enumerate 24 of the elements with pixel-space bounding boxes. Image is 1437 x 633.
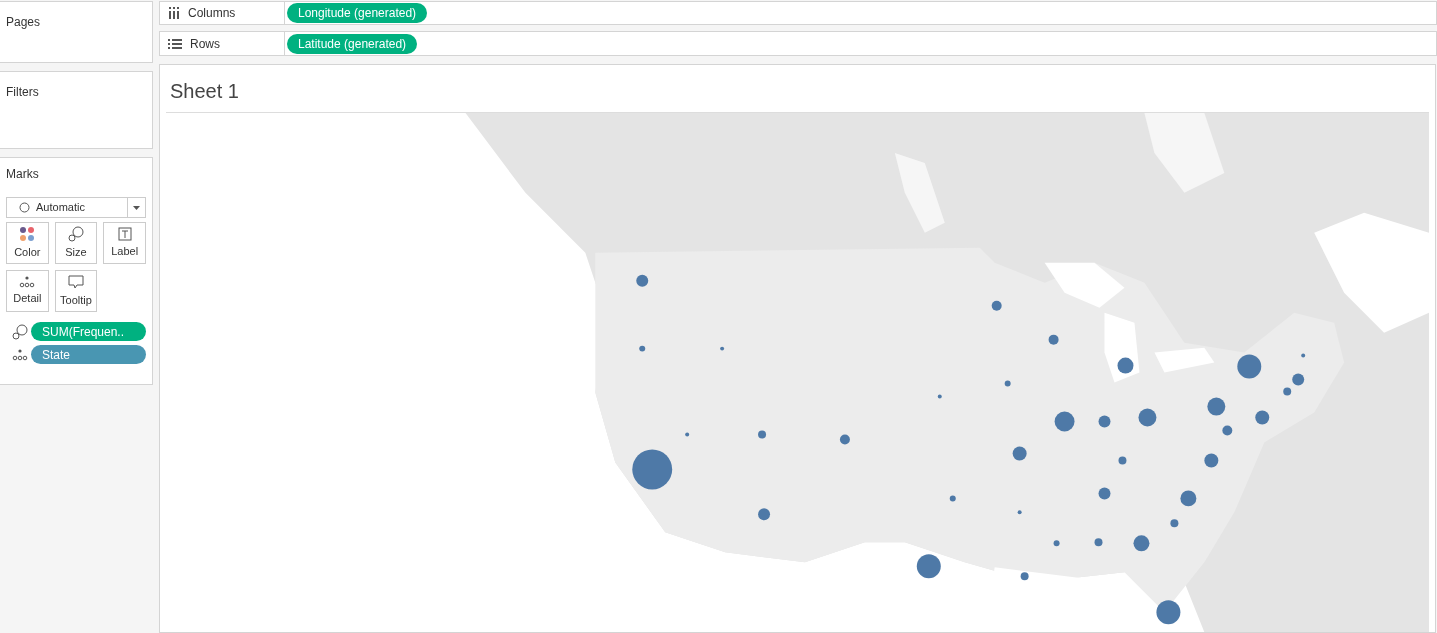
caret-icon: [133, 205, 140, 210]
speech-bubble-icon: [68, 273, 84, 290]
dots-icon: [19, 225, 36, 242]
mark-type-value: Automatic: [36, 200, 86, 216]
rows-icon: [168, 37, 182, 50]
marks-card-button[interactable]: Label: [103, 222, 146, 264]
detail-icon: [19, 275, 36, 288]
marks-card-button[interactable]: Color: [6, 222, 49, 264]
card-title: Filters: [6, 85, 39, 99]
size-icon: [12, 323, 28, 340]
marks-card-button[interactable]: Detail: [6, 270, 49, 312]
detail-icon: [12, 348, 28, 361]
columns-icon: [168, 7, 180, 20]
marks-card-button[interactable]: Size: [54, 222, 98, 264]
card-title: Marks: [6, 166, 40, 183]
size-icon: [68, 225, 84, 242]
marks-card-button[interactable]: Tooltip: [54, 270, 98, 312]
shelf-label: Rows: [190, 35, 220, 53]
mark-type-dropdown[interactable]: Automatic: [6, 197, 146, 218]
card-title: Pages: [6, 15, 41, 29]
sheet-title: Sheet 1: [169, 78, 240, 104]
text-icon: [117, 226, 132, 241]
circle-icon: [19, 202, 30, 213]
shelf-label: Columns: [188, 5, 236, 23]
